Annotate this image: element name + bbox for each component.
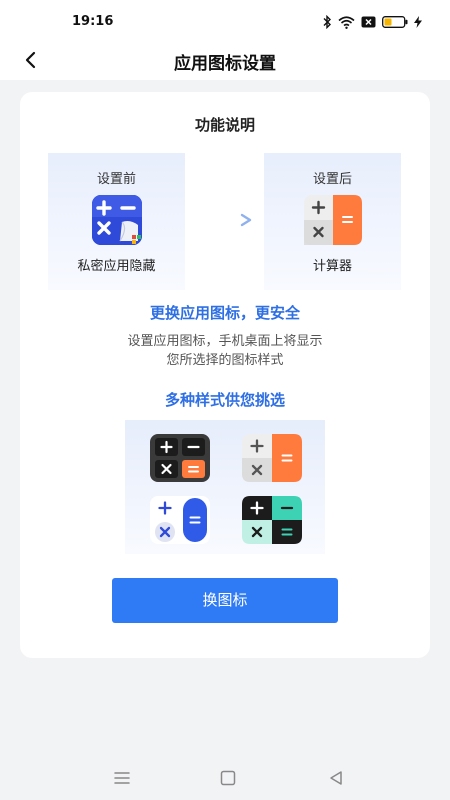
card-title: 功能说明 bbox=[194, 116, 255, 134]
description-line-2: 您所选择的图标样式 bbox=[166, 353, 284, 368]
style-orange-calculator-icon[interactable] bbox=[242, 434, 302, 482]
after-label: 设置后 bbox=[312, 172, 352, 187]
battery-icon bbox=[382, 16, 408, 28]
headline: 更换应用图标，更安全 bbox=[149, 304, 300, 322]
arrow-right-icon bbox=[200, 213, 252, 227]
back-triangle-icon[interactable] bbox=[326, 768, 346, 788]
style-dark-calculator-icon[interactable] bbox=[150, 434, 210, 482]
page-title: 应用图标设置 bbox=[174, 54, 276, 74]
change-icon-button[interactable]: 换图标 bbox=[112, 578, 338, 623]
private-app-icon bbox=[92, 195, 142, 245]
status-icons bbox=[322, 14, 422, 30]
nav-bar: 应用图标设置 bbox=[0, 44, 450, 80]
before-box: 设置前 私密应用隐藏 bbox=[48, 153, 185, 290]
bluetooth-icon bbox=[323, 15, 331, 29]
after-app-name: 计算器 bbox=[312, 259, 352, 274]
style-blue-calculator-icon[interactable] bbox=[150, 496, 210, 544]
description-line-1: 设置应用图标，手机桌面上将显示 bbox=[127, 334, 323, 349]
after-box: 设置后 计算器 bbox=[264, 153, 401, 290]
status-bar: 19:16 bbox=[0, 0, 450, 44]
home-icon[interactable] bbox=[218, 768, 238, 788]
system-nav-bar bbox=[0, 756, 450, 800]
icon-styles-box bbox=[125, 420, 325, 554]
menu-icon[interactable] bbox=[112, 768, 132, 788]
sim-off-icon bbox=[361, 16, 376, 28]
before-app-name: 私密应用隐藏 bbox=[77, 259, 156, 274]
feature-card: 功能说明 设置前 私密应用隐藏 设置后 计算器 更换应用图标，更安全 设置应用图… bbox=[20, 92, 430, 658]
charging-icon bbox=[414, 16, 422, 28]
calculator-icon bbox=[304, 195, 362, 245]
wifi-icon bbox=[338, 15, 355, 29]
styles-title: 多种样式供您挑选 bbox=[164, 391, 285, 409]
style-teal-calculator-icon[interactable] bbox=[242, 496, 302, 544]
status-time: 19:16 bbox=[72, 14, 114, 29]
before-label: 设置前 bbox=[96, 172, 136, 187]
